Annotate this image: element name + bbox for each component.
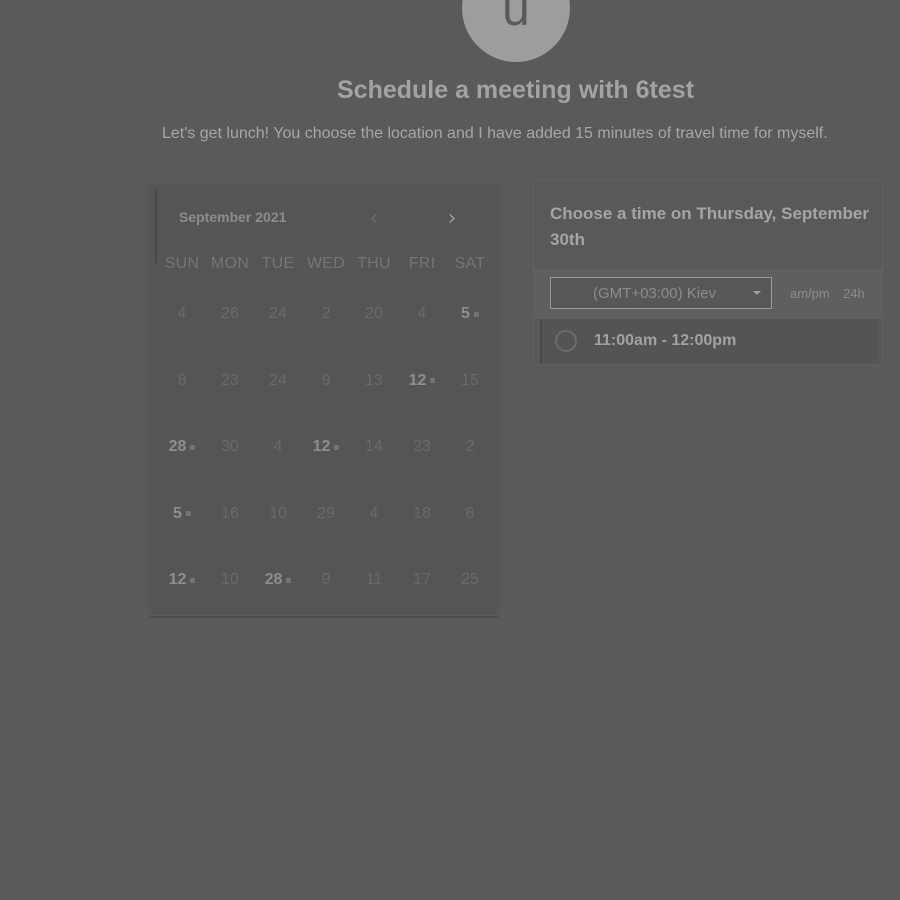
calendar-day: 26 <box>221 305 239 323</box>
calendar-day-available[interactable]: 12 <box>398 348 446 415</box>
weekday-label: THU <box>357 255 391 272</box>
chevron-right-icon[interactable]: › <box>442 208 462 232</box>
calendar-day-available[interactable]: 12 <box>302 414 350 481</box>
calendar-day: 2 <box>465 438 475 456</box>
chevron-left-icon[interactable]: ‹ <box>364 208 384 232</box>
calendar-day: 24 <box>269 371 287 389</box>
calendar-day: 4 <box>417 305 427 323</box>
calendar-panel: September 2021 ‹ › SUN MON TUE WED THU F… <box>150 182 498 616</box>
calendar-day: 25 <box>461 571 479 589</box>
calendar-day: 13 <box>365 371 383 389</box>
weekday-label: FRI <box>408 255 436 272</box>
calendar-day: 9 <box>321 371 331 389</box>
weekday-header: SUN MON TUE WED THU FRI SAT <box>158 255 494 273</box>
calendar-day-available[interactable]: 28 <box>158 414 206 481</box>
avatar-initial: u <box>501 0 531 36</box>
timezone-value: (GMT+03:00) Kiev <box>593 284 716 302</box>
time-panel-heading: Choose a time on Thursday, September 30t… <box>550 204 869 249</box>
calendar-day: 10 <box>269 504 287 522</box>
timezone-select[interactable]: (GMT+03:00) Kiev <box>550 277 772 309</box>
calendar-day: 16 <box>221 504 239 522</box>
calendar-day: 15 <box>461 371 479 389</box>
calendar-day-available[interactable]: 12 <box>158 547 206 614</box>
calendar-day: 11 <box>365 571 383 589</box>
calendar-days-grid: 4 26 24 2 20 4 5 8 23 24 9 13 12 15 28 3… <box>158 281 494 614</box>
weekday-label: SUN <box>164 255 200 272</box>
timezone-row: (GMT+03:00) Kiev am/pm 24h <box>534 269 882 319</box>
calendar-day: 23 <box>221 371 239 389</box>
calendar-day: 8 <box>177 371 187 389</box>
page-title: Schedule a meeting with 6test <box>336 76 695 104</box>
calendar-day: 14 <box>365 438 383 456</box>
calendar-day: 29 <box>317 504 335 522</box>
calendar-day-available[interactable]: 28 <box>254 547 302 614</box>
calendar-day: 2 <box>321 305 331 323</box>
meeting-description: Let's get lunch! You choose the location… <box>162 125 828 142</box>
calendar-day: 30 <box>221 438 239 456</box>
calendar-day: 4 <box>273 438 283 456</box>
24h-format-toggle[interactable]: 24h <box>843 286 865 301</box>
calendar-day: 18 <box>413 504 431 522</box>
weekday-label: MON <box>210 255 250 272</box>
calendar-day: 17 <box>413 571 431 589</box>
radio-button[interactable] <box>555 330 577 352</box>
weekday-label: WED <box>306 255 346 272</box>
calendar-day-available[interactable]: 5 <box>446 281 494 348</box>
calendar-day: 24 <box>269 305 287 323</box>
time-slot-label: 11:00am - 12:00pm <box>594 332 737 349</box>
calendar-day: 10 <box>221 571 239 589</box>
calendar-day: 4 <box>177 305 187 323</box>
scheduling-page: u Schedule a meeting with 6test Let's ge… <box>0 0 900 900</box>
host-avatar: u <box>462 0 570 62</box>
ampm-format-toggle[interactable]: am/pm <box>790 286 830 301</box>
calendar-day: 23 <box>413 438 431 456</box>
calendar-month-label: September 2021 <box>179 209 287 225</box>
time-selection-panel: Choose a time on Thursday, September 30t… <box>533 180 883 366</box>
calendar-day: 8 <box>465 504 475 522</box>
calendar-day: 20 <box>365 305 383 323</box>
time-slot-option[interactable]: 11:00am - 12:00pm <box>540 319 878 363</box>
weekday-label: TUE <box>261 255 295 272</box>
weekday-label: SAT <box>454 255 486 272</box>
calendar-day-available[interactable]: 5 <box>158 481 206 548</box>
calendar-day: 9 <box>321 571 331 589</box>
caret-down-icon <box>753 291 761 295</box>
calendar-day: 4 <box>369 504 379 522</box>
